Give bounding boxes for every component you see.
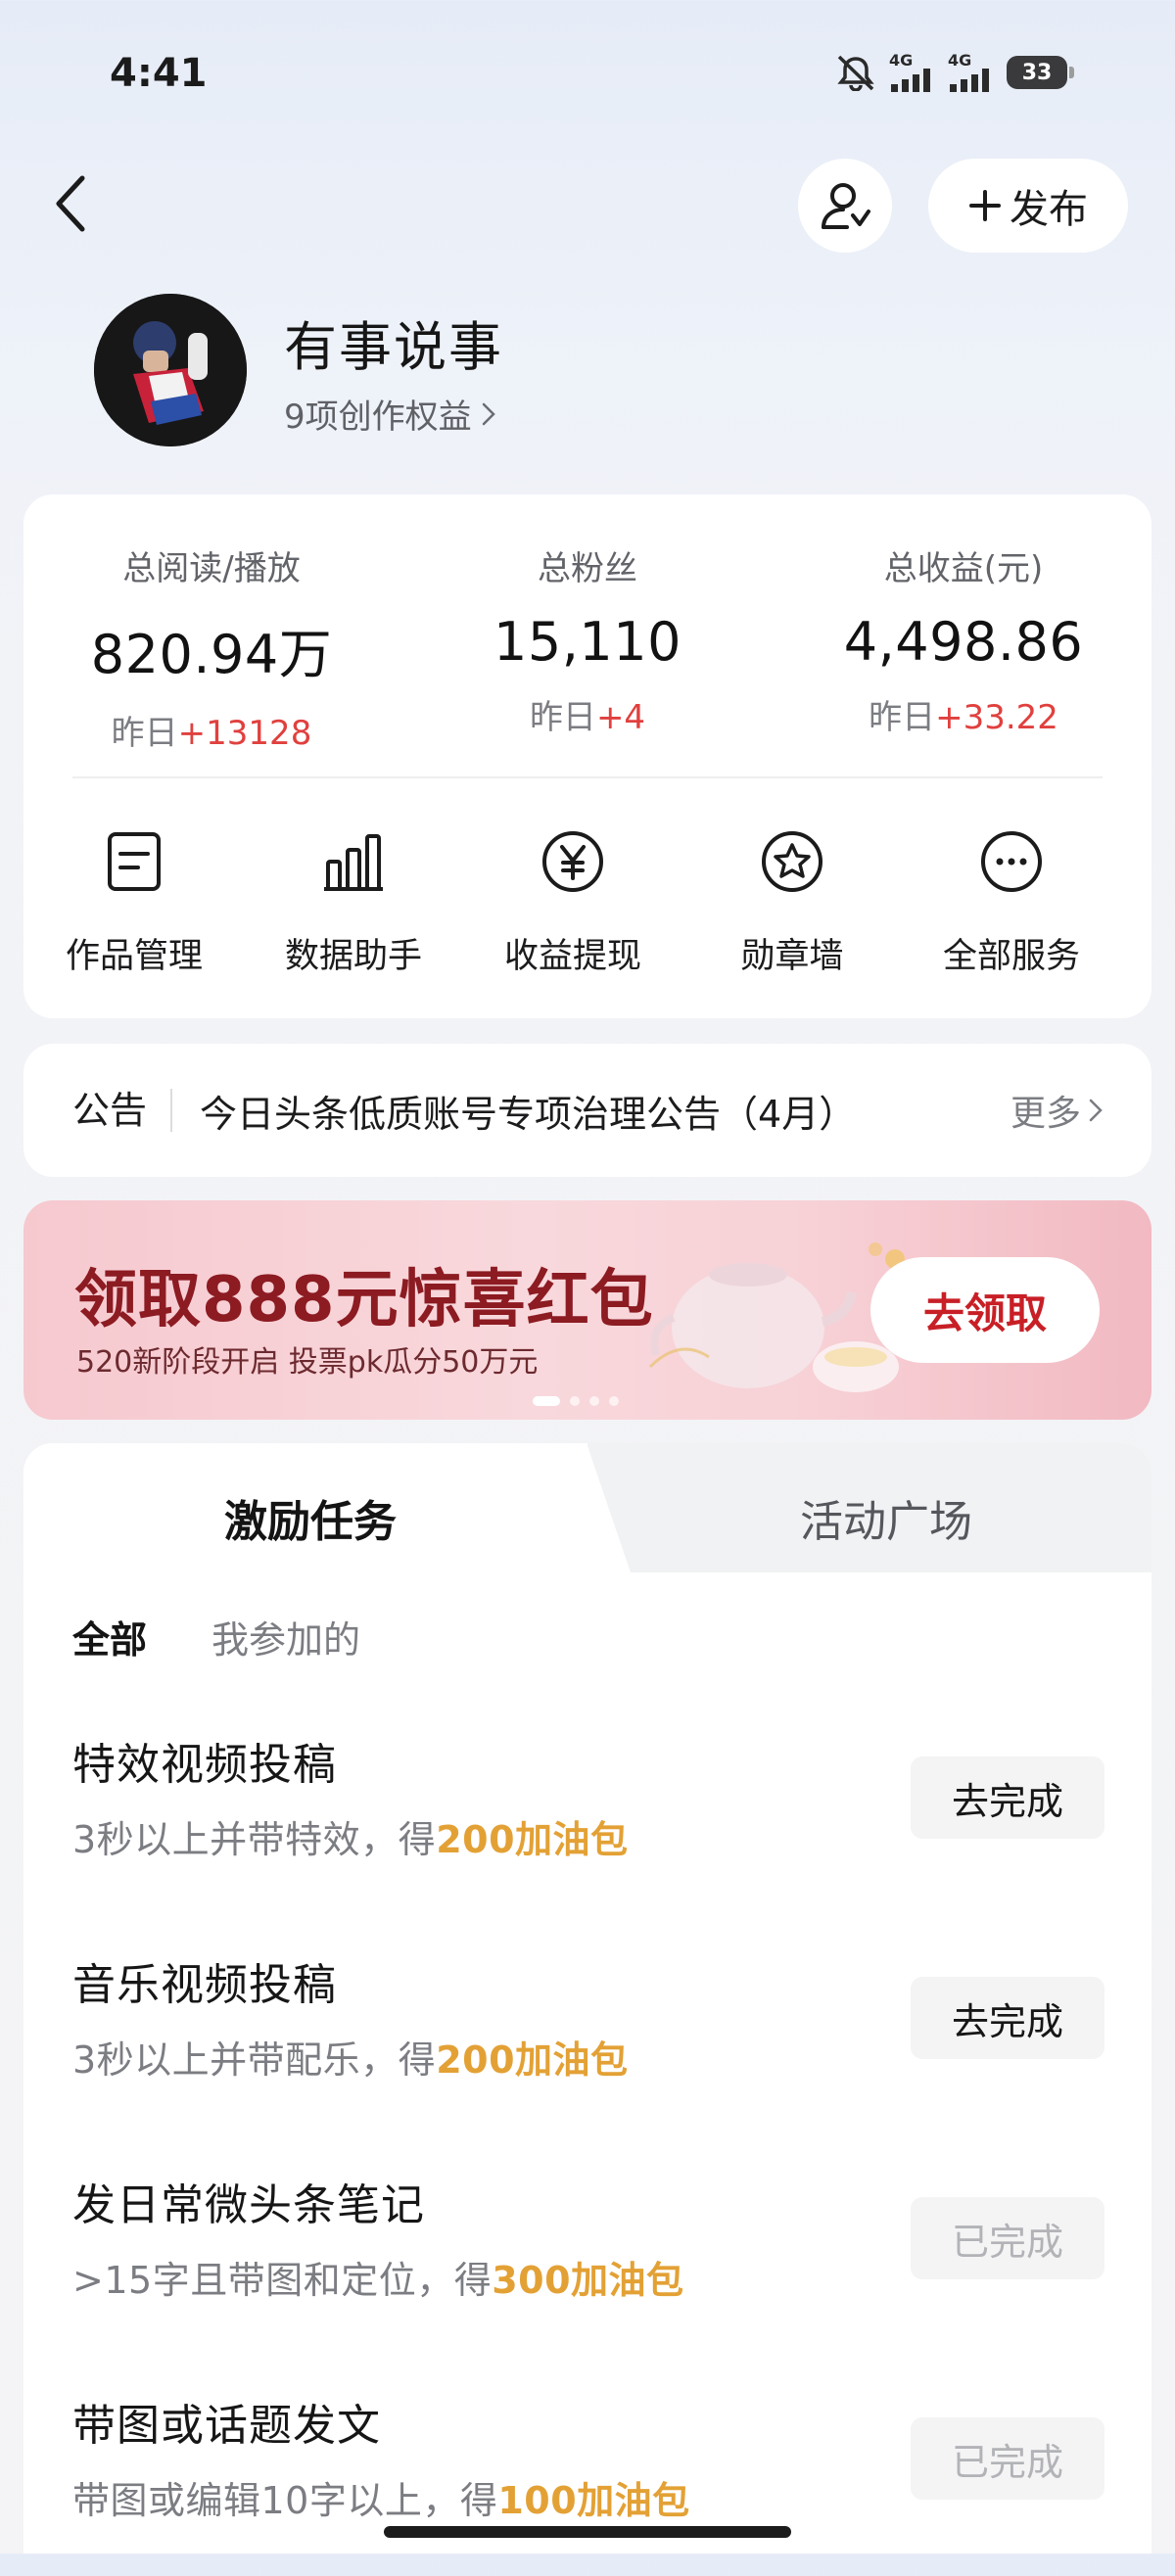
task-item: 特效视频投稿 3秒以上并带特效，得200加油包 去完成 [72, 1729, 1104, 1915]
signal-bars-icon [891, 69, 930, 92]
stat-delta-value: +13128 [177, 714, 312, 753]
avatar-image [94, 294, 247, 446]
bar-chart-icon [324, 834, 383, 891]
notice-tag: 公告 [72, 1089, 173, 1132]
task-done-button: 已完成 [911, 2197, 1104, 2279]
tool-withdraw[interactable]: 收益提现 [463, 822, 682, 978]
notice-more-label: 更多 [1010, 1094, 1081, 1134]
stats-card: 总阅读/播放 820.94万 昨日+13128 总粉丝 15,110 昨日+4 … [24, 494, 1152, 1018]
task-item: 音乐视频投稿 3秒以上并带配乐，得200加油包 去完成 [72, 1949, 1104, 2135]
task-item: 发日常微头条笔记 >15字且带图和定位，得300加油包 已完成 [72, 2170, 1104, 2356]
divider [72, 776, 1103, 778]
stat-delta: 昨日+4 [400, 690, 776, 738]
account-switch-button[interactable] [798, 159, 892, 253]
tab-activity-plaza[interactable]: 活动广场 [800, 1486, 972, 1549]
carousel-dot [570, 1396, 580, 1406]
stat-fans[interactable]: 总粉丝 15,110 昨日+4 [400, 541, 776, 738]
task-desc-text: >15字且带图和定位，得 [72, 2259, 493, 2302]
task-desc-text: 3秒以上并带配乐，得 [72, 2038, 437, 2082]
more-icon [981, 831, 1042, 892]
tool-label: 全部服务 [942, 937, 1080, 976]
tool-works-management[interactable]: 作品管理 [24, 822, 244, 978]
creator-rights-link[interactable]: 9项创作权益 [284, 390, 495, 438]
publish-label: 发布 [1010, 187, 1088, 232]
network-label-1: 4G [889, 51, 914, 70]
back-arrow-icon[interactable] [51, 172, 90, 235]
task-reward: 200加油包 [436, 2038, 629, 2082]
network-label-2: 4G [948, 51, 972, 70]
stat-value: 820.94万 [90, 624, 333, 685]
stat-value: 4,498.86 [843, 611, 1084, 673]
status-time: 4:41 [110, 51, 208, 96]
carousel-dot [609, 1396, 619, 1406]
creator-rights-label: 9项创作权益 [284, 398, 472, 437]
signal-2: 4G [948, 53, 995, 92]
publish-button[interactable]: 发布 [928, 159, 1128, 253]
task-reward: 300加油包 [492, 2259, 684, 2302]
claim-button[interactable]: 去领取 [870, 1257, 1100, 1363]
banner-subtitle: 520新阶段开启 投票pk瓜分50万元 [76, 1345, 539, 1380]
task-done-button: 已完成 [911, 2417, 1104, 2500]
task-action-button[interactable]: 去完成 [911, 1977, 1104, 2059]
profile-name: 有事说事 [284, 316, 503, 378]
badge-icon [762, 831, 822, 892]
notice-more-link[interactable]: 更多 [1010, 1085, 1103, 1136]
stat-delta-prefix: 昨日 [111, 714, 178, 753]
carousel-indicator [533, 1396, 619, 1406]
tool-label: 数据助手 [284, 937, 422, 976]
yuan-icon [542, 831, 603, 892]
stat-delta-value: +33.22 [935, 698, 1058, 737]
promo-banner[interactable]: 领取888元惊喜红包 520新阶段开启 投票pk瓜分50万元 去领取 [24, 1200, 1152, 1420]
tool-label: 勋章墙 [740, 937, 844, 976]
task-action-button[interactable]: 去完成 [911, 1756, 1104, 1839]
stat-label: 总粉丝 [538, 549, 637, 588]
carousel-dot-active [533, 1396, 560, 1406]
avatar[interactable] [94, 294, 247, 446]
battery-icon: 33 [1007, 56, 1074, 89]
task-reward: 100加油包 [497, 2479, 690, 2522]
task-reward: 200加油包 [436, 1818, 629, 1861]
plus-icon [969, 190, 1001, 221]
stat-reads[interactable]: 总阅读/播放 820.94万 昨日+13128 [24, 541, 400, 754]
carousel-dot [589, 1396, 599, 1406]
user-switch-icon [822, 183, 870, 229]
task-desc-text: 3秒以上并带特效，得 [72, 1818, 437, 1861]
stat-delta: 昨日+13128 [24, 706, 400, 754]
tab-incentive-tasks[interactable]: 激励任务 [224, 1486, 397, 1549]
tool-all-services[interactable]: 全部服务 [902, 822, 1121, 978]
notice-text[interactable]: 今日头条低质账号专项治理公告（4月） [200, 1084, 1010, 1138]
chevron-right-icon [482, 402, 495, 425]
document-icon [108, 832, 161, 891]
signal-bars-icon [950, 69, 989, 92]
stat-delta-prefix: 昨日 [869, 698, 936, 737]
stat-income[interactable]: 总收益(元) 4,498.86 昨日+33.22 [776, 541, 1152, 738]
stat-delta-value: +4 [595, 698, 646, 737]
task-item: 带图或话题发文 带图或编辑10字以上，得100加油包 已完成 [72, 2390, 1104, 2576]
mute-icon [837, 55, 874, 91]
stat-label: 总阅读/播放 [122, 549, 301, 588]
chevron-right-icon [1089, 1099, 1103, 1122]
home-indicator[interactable] [384, 2526, 791, 2538]
signal-1: 4G [889, 53, 936, 92]
filter-joined[interactable]: 我参加的 [212, 1610, 360, 1663]
filter-all[interactable]: 全部 [72, 1610, 147, 1663]
notice-bar[interactable]: 公告 今日头条低质账号专项治理公告（4月） 更多 [24, 1044, 1152, 1177]
tool-label: 作品管理 [65, 937, 203, 976]
stat-delta-prefix: 昨日 [529, 698, 596, 737]
tool-badge-wall[interactable]: 勋章墙 [682, 822, 902, 978]
stat-label: 总收益(元) [883, 549, 1044, 588]
tasks-section: 激励任务 活动广场 全部 我参加的 特效视频投稿 3秒以上并带特效，得200加油… [24, 1443, 1152, 2553]
tool-label: 收益提现 [503, 937, 641, 976]
stat-value: 15,110 [494, 611, 682, 673]
status-icons: 4G 4G 33 [834, 53, 1074, 92]
banner-title: 领取888元惊喜红包 [74, 1264, 654, 1336]
task-desc-text: 带图或编辑10字以上，得 [72, 2479, 498, 2522]
tool-data-assistant[interactable]: 数据助手 [244, 822, 463, 978]
stat-delta: 昨日+33.22 [776, 690, 1152, 738]
